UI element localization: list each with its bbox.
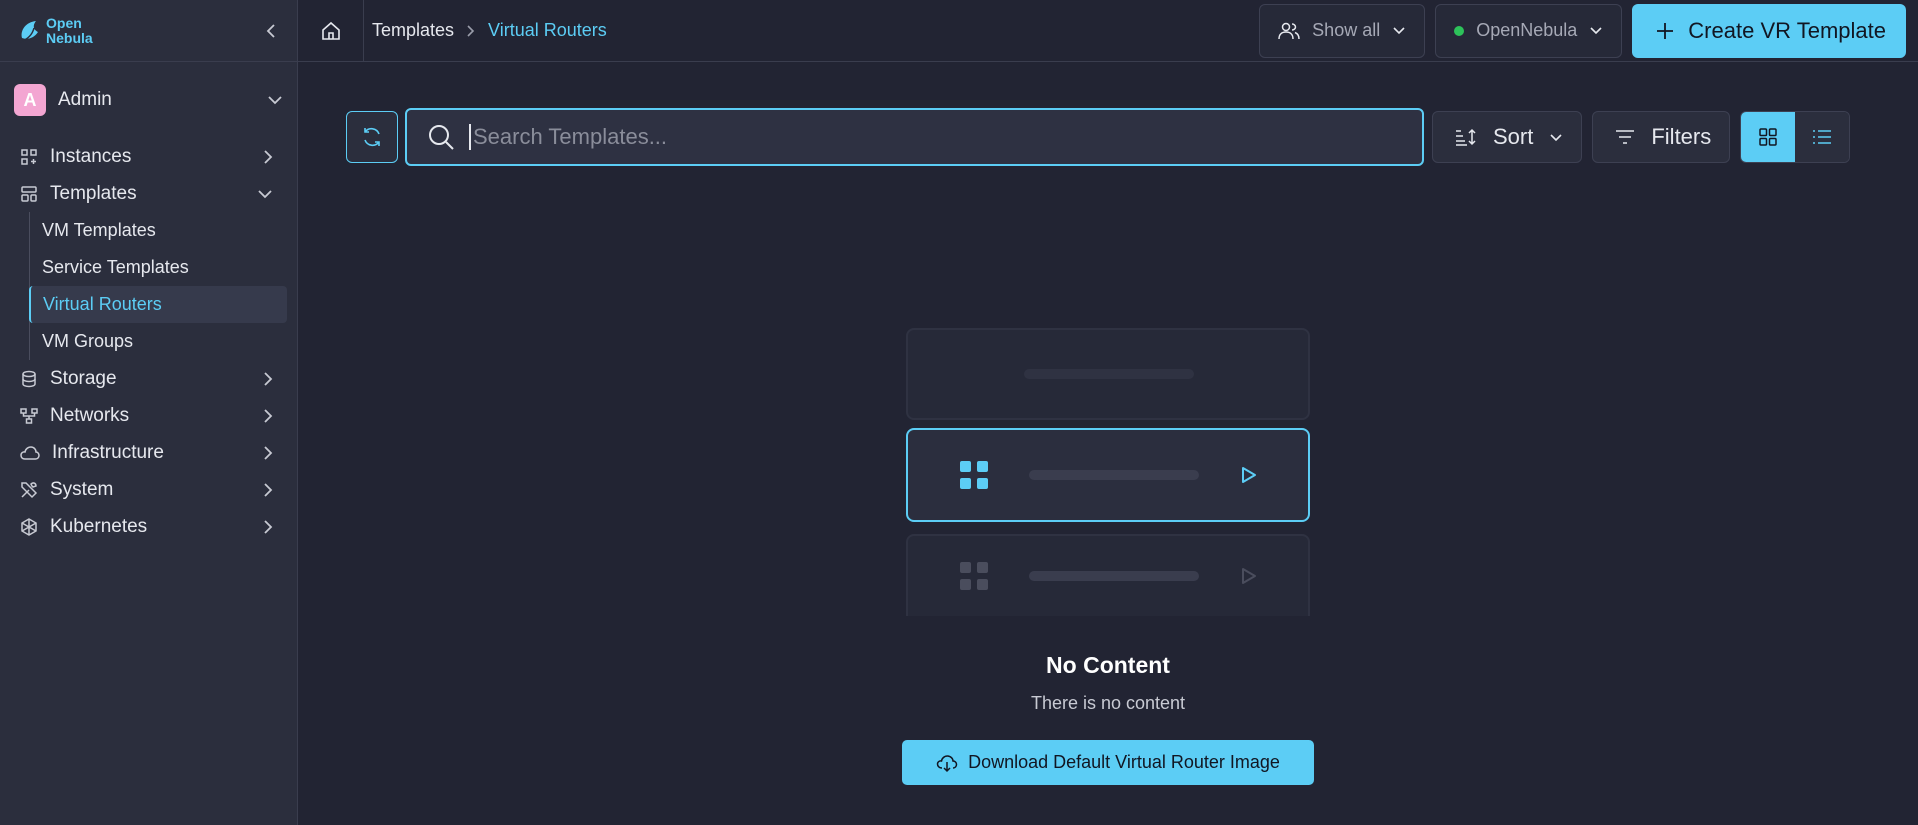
sidebar-nav: Instances Templates VM Templates Service… [0, 138, 297, 545]
zone-label: OpenNebula [1476, 20, 1578, 40]
chevron-down-icon [268, 96, 282, 105]
cloud-icon [20, 445, 40, 460]
cloud-download-icon [936, 754, 958, 772]
create-vr-template-button[interactable]: Create VR Template [1632, 3, 1906, 58]
breadcrumb-current: Virtual Routers [488, 20, 607, 40]
sidebar-subitem-service-templates[interactable]: Service Templates [30, 249, 287, 286]
filters-button[interactable]: Filters [1592, 111, 1731, 163]
grid-icon [1759, 128, 1777, 146]
plus-icon [1657, 22, 1674, 39]
sort-icon [1456, 128, 1476, 146]
sidebar-item-label: Kubernetes [50, 515, 148, 537]
app: Open Nebula A Admin Instances Templates … [0, 0, 1918, 825]
list-icon [1813, 130, 1832, 144]
chevron-right-icon [264, 445, 273, 460]
refresh-icon [364, 127, 380, 147]
search-icon [429, 125, 454, 150]
create-vr-template-label: Create VR Template [1688, 17, 1886, 43]
chevron-left-icon [266, 23, 275, 38]
breadcrumb: Templates Virtual Routers [364, 20, 607, 41]
empty-subtitle: There is no content [1030, 693, 1186, 713]
placeholder-bar [1029, 571, 1199, 581]
refresh-button[interactable] [346, 111, 398, 163]
sidebar-item-networks[interactable]: Networks [0, 397, 297, 434]
storage-icon [22, 370, 36, 387]
play-icon [1242, 568, 1256, 584]
avatar: A [14, 84, 46, 116]
apps-icon [960, 461, 988, 489]
chevron-right-icon [264, 408, 273, 423]
chevron-down-icon [258, 189, 272, 198]
toolbar: Sort Filters [346, 108, 1871, 166]
sort-button[interactable]: Sort [1432, 111, 1583, 163]
kubernetes-icon [21, 517, 37, 536]
logo-text-line1: Open [46, 14, 82, 31]
users-icon [1278, 22, 1300, 39]
logo-text-line2: Nebula [46, 29, 93, 46]
sidebar-item-instances[interactable]: Instances [0, 138, 297, 175]
sort-label: Sort [1493, 124, 1534, 149]
sidebar-item-label: Networks [50, 404, 130, 426]
placeholder-card-highlighted [906, 428, 1310, 522]
placeholder-card [906, 328, 1310, 420]
tools-icon [21, 481, 38, 498]
sidebar-subitem-vm-templates[interactable]: VM Templates [30, 212, 287, 249]
placeholder-bar [1029, 470, 1199, 480]
chevron-right-icon [467, 24, 475, 37]
grid-view-button[interactable] [1741, 112, 1796, 162]
home-button[interactable] [298, 0, 364, 62]
instances-icon [21, 148, 37, 165]
empty-state: No Content There is no content Download … [902, 328, 1314, 785]
user-name: Admin [58, 89, 112, 110]
sidebar-item-infrastructure[interactable]: Infrastructure [0, 434, 297, 471]
sidebar-subitem-vm-groups[interactable]: VM Groups [30, 323, 287, 360]
play-icon [1242, 467, 1256, 483]
sidebar-item-label: Templates [50, 182, 137, 204]
templates-subnav: VM Templates Service Templates Virtual R… [29, 212, 297, 360]
chevron-down-icon [1590, 27, 1602, 35]
sidebar-subitem-virtual-routers[interactable]: Virtual Routers [29, 286, 287, 323]
opennebula-logo[interactable]: Open Nebula [18, 14, 93, 46]
filter-icon [1616, 130, 1635, 144]
status-dot [1454, 25, 1465, 36]
sidebar-item-label: Instances [50, 145, 132, 167]
sidebar-item-kubernetes[interactable]: Kubernetes [0, 508, 297, 545]
empty-title: No Content [1046, 652, 1170, 678]
collapse-sidebar-button[interactable] [265, 23, 277, 39]
placeholder-bar [1024, 369, 1194, 379]
download-default-image-button[interactable]: Download Default Virtual Router Image [902, 740, 1314, 785]
sidebar-item-templates[interactable]: Templates [0, 175, 297, 212]
view-toggle [1740, 111, 1851, 163]
filters-label: Filters [1651, 124, 1712, 149]
list-view-button[interactable] [1795, 112, 1850, 162]
show-all-label: Show all [1312, 20, 1381, 40]
search-input[interactable] [469, 124, 1422, 150]
chevron-down-icon [1393, 27, 1405, 35]
sidebar: Open Nebula A Admin Instances Templates … [0, 0, 298, 825]
placeholder-card [906, 534, 1310, 616]
apps-icon [960, 562, 988, 590]
download-default-image-label: Download Default Virtual Router Image [968, 752, 1280, 772]
sidebar-item-label: Infrastructure [52, 441, 164, 463]
sidebar-item-label: Storage [50, 367, 117, 389]
chevron-right-icon [264, 482, 273, 497]
templates-icon [21, 185, 37, 202]
zone-dropdown[interactable]: OpenNebula [1435, 3, 1623, 58]
networks-icon [20, 407, 38, 424]
show-all-dropdown[interactable]: Show all [1259, 3, 1426, 58]
logo-row: Open Nebula [0, 0, 297, 62]
logo-icon [19, 20, 38, 43]
breadcrumb-templates[interactable]: Templates [372, 20, 454, 41]
user-menu[interactable]: A Admin [0, 62, 297, 138]
search-box [405, 108, 1424, 166]
chevron-right-icon [264, 371, 273, 386]
topbar: Templates Virtual Routers Show all OpenN… [298, 0, 1918, 62]
chevron-right-icon [264, 519, 273, 534]
sidebar-item-storage[interactable]: Storage [0, 360, 297, 397]
chevron-right-icon [264, 149, 273, 164]
sidebar-item-label: System [50, 478, 114, 500]
sidebar-item-system[interactable]: System [0, 471, 297, 508]
chevron-down-icon [1550, 133, 1562, 141]
home-icon [321, 21, 340, 40]
